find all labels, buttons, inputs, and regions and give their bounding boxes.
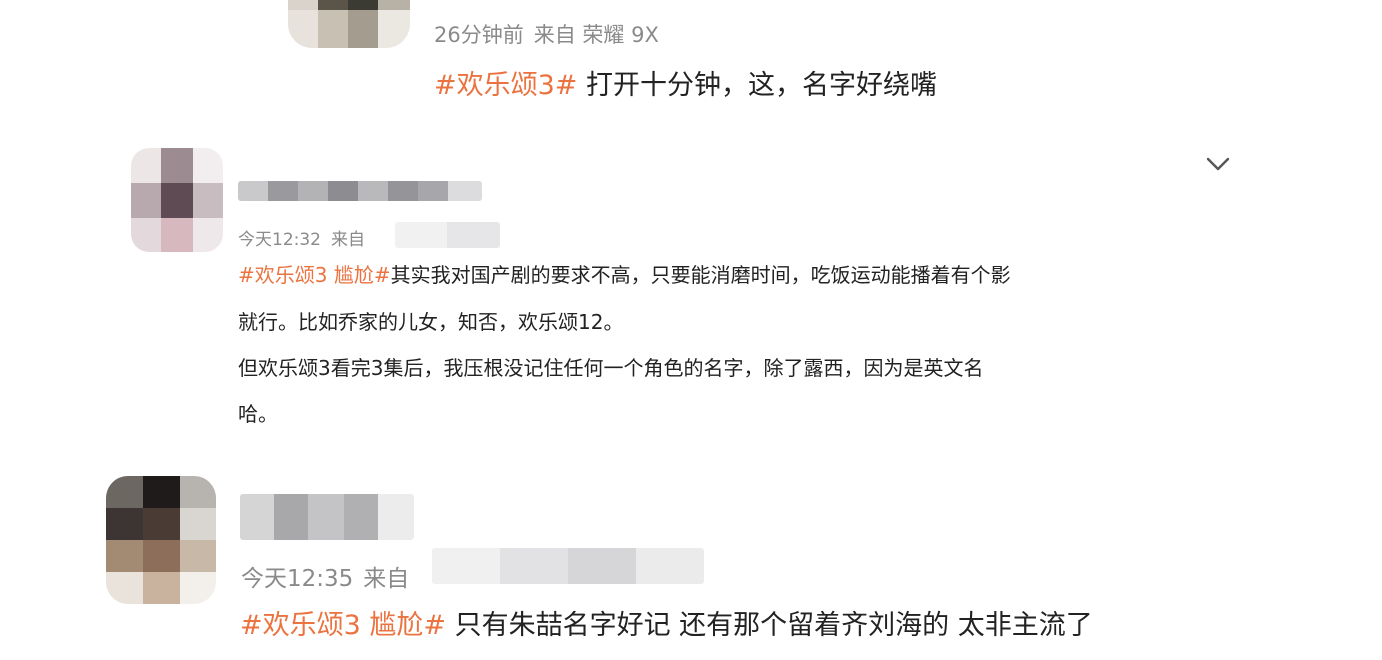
redaction-pixel [636, 548, 704, 584]
post-source: 来自 [363, 566, 410, 592]
post-time: 今天12:35 [241, 566, 354, 592]
username-redacted[interactable] [240, 494, 414, 540]
avatar[interactable] [106, 476, 216, 604]
device-redacted [432, 548, 704, 584]
redaction-pixel [344, 494, 378, 540]
avatar-pixel [106, 476, 143, 508]
avatar-pixel [180, 540, 216, 572]
topic-tag-link[interactable]: #欢乐颂3 尴尬# [240, 610, 446, 641]
avatar-pixel [143, 540, 180, 572]
redaction-pixel [568, 548, 636, 584]
avatar-pixel [180, 508, 216, 540]
weibo-comment-feed: 26分钟前 来自 荣耀 9X #欢乐颂3# 打开十分钟，这，名字好绕嘴 今天12… [0, 0, 1382, 660]
redaction-pixel [274, 494, 308, 540]
post-meta: 今天12:35 来自 [241, 559, 419, 593]
redaction-pixel [240, 494, 274, 540]
redaction-pixel [308, 494, 344, 540]
redaction-pixel [500, 548, 568, 584]
avatar-pixel [180, 476, 216, 508]
avatar-pixel [106, 540, 143, 572]
post-3: 今天12:35 来自 #欢乐颂3 尴尬# 只有朱喆名字好记 还有那个留着齐刘海的 … [0, 0, 1382, 660]
avatar-pixel [143, 572, 180, 604]
post-text-line: #欢乐颂3 尴尬# 只有朱喆名字好记 还有那个留着齐刘海的 太非主流了 [240, 603, 1093, 642]
post-text-segment: 只有朱喆名字好记 还有那个留着齐刘海的 太非主流了 [446, 610, 1093, 641]
redaction-pixel [432, 548, 500, 584]
avatar-pixel [106, 508, 143, 540]
avatar-pixel [106, 572, 143, 604]
avatar-pixel [143, 508, 180, 540]
redaction-pixel [378, 494, 414, 540]
avatar-pixel [143, 476, 180, 508]
avatar-pixel [180, 572, 216, 604]
